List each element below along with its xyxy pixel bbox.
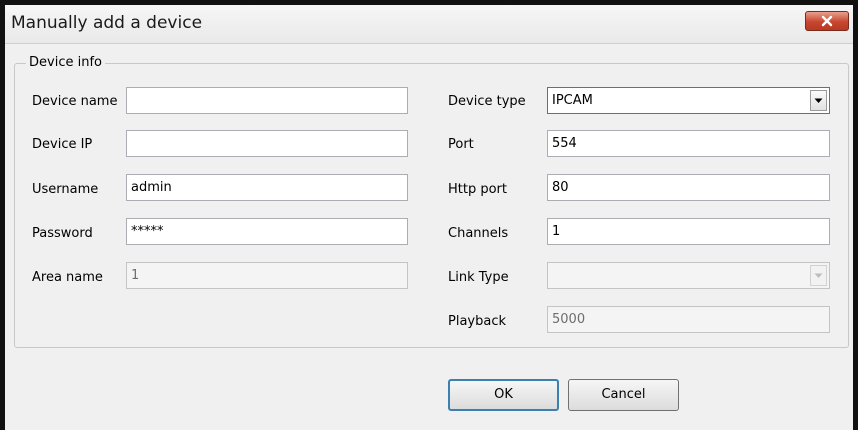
http-port-input[interactable] bbox=[547, 174, 830, 201]
username-input[interactable] bbox=[126, 174, 408, 201]
dropdown-arrow-disabled bbox=[810, 265, 827, 286]
title-bar: Manually add a device bbox=[5, 5, 853, 44]
close-button[interactable] bbox=[805, 11, 849, 31]
playback-input bbox=[547, 306, 830, 333]
area-name-input bbox=[126, 262, 408, 289]
group-legend: Device info bbox=[26, 55, 105, 70]
playback-label: Playback bbox=[448, 314, 507, 329]
device-name-input[interactable] bbox=[126, 87, 408, 114]
device-name-label: Device name bbox=[32, 94, 118, 109]
device-ip-input[interactable] bbox=[126, 130, 408, 157]
dropdown-arrow[interactable] bbox=[810, 90, 827, 111]
password-input[interactable] bbox=[126, 218, 408, 245]
password-label: Password bbox=[32, 226, 93, 241]
http-port-label: Http port bbox=[448, 182, 508, 197]
close-icon bbox=[821, 15, 833, 27]
device-type-value: IPCAM bbox=[552, 93, 593, 108]
ok-button[interactable]: OK bbox=[448, 379, 559, 411]
channels-label: Channels bbox=[448, 226, 509, 241]
device-type-select[interactable]: IPCAM bbox=[547, 87, 830, 114]
device-ip-label: Device IP bbox=[32, 137, 93, 152]
port-input[interactable] bbox=[547, 130, 830, 157]
area-name-label: Area name bbox=[32, 270, 103, 285]
dialog-title: Manually add a device bbox=[11, 13, 203, 33]
cancel-button[interactable]: Cancel bbox=[568, 379, 679, 411]
device-type-label: Device type bbox=[448, 94, 526, 109]
port-label: Port bbox=[448, 137, 474, 152]
channels-input[interactable] bbox=[547, 218, 830, 245]
link-type-label: Link Type bbox=[448, 270, 509, 285]
chevron-down-icon bbox=[814, 98, 823, 103]
chevron-down-icon bbox=[814, 273, 823, 278]
link-type-select bbox=[547, 262, 830, 289]
username-label: Username bbox=[32, 182, 99, 197]
